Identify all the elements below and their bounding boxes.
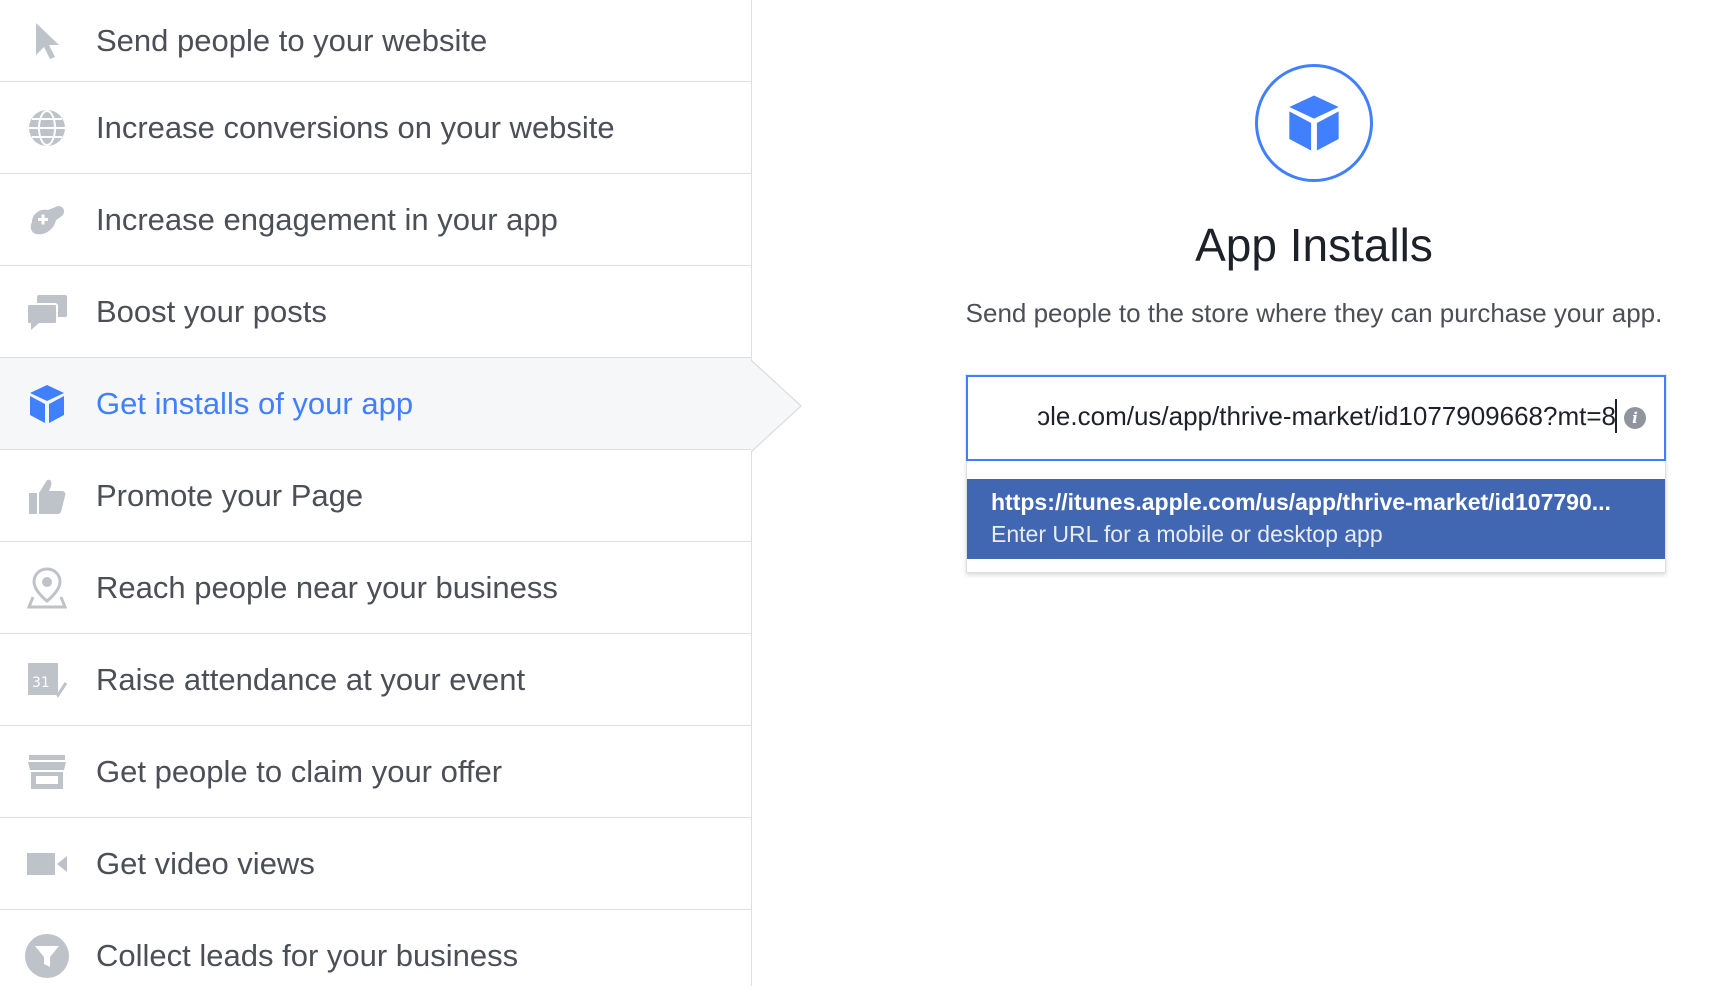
text-caret <box>1615 399 1617 433</box>
suggestion-hint: Enter URL for a mobile or desktop app <box>991 521 1383 547</box>
objective-detail-panel: App Installs Send people to the store wh… <box>753 0 1718 986</box>
objective-local-awareness[interactable]: Reach people near your business <box>0 542 751 634</box>
svg-text:31: 31 <box>32 675 50 691</box>
objective-label: Raise attendance at your event <box>96 661 526 697</box>
cursor-icon <box>24 18 70 64</box>
objective-boost-posts[interactable]: Boost your posts <box>0 266 751 358</box>
objective-description: Send people to the store where they can … <box>965 298 1663 328</box>
video-camera-icon <box>24 841 70 887</box>
calendar-icon: 31 <box>24 657 70 703</box>
objective-offer-claims[interactable]: Get people to claim your offer <box>0 726 751 818</box>
objective-traffic[interactable]: Send people to your website <box>0 0 751 82</box>
objective-conversions[interactable]: Increase conversions on your website <box>0 82 751 174</box>
url-suggestion-dropdown: https://itunes.apple.com/us/app/thrive-m… <box>966 461 1666 573</box>
objective-app-installs[interactable]: Get installs of your app <box>0 358 751 450</box>
app-url-field[interactable]: ɔle.com/us/app/thrive-market/id107790966… <box>966 375 1666 461</box>
storefront-icon <box>24 749 70 795</box>
objective-event-responses[interactable]: 31 Raise attendance at your event <box>0 634 751 726</box>
thumbs-up-icon <box>24 473 70 519</box>
objective-list: Send people to your website Increase con… <box>0 0 752 986</box>
objective-video-views[interactable]: Get video views <box>0 818 751 910</box>
info-icon[interactable]: i <box>1624 407 1646 429</box>
objective-title: App Installs <box>1195 219 1433 271</box>
objective-label: Send people to your website <box>96 22 488 58</box>
cube-icon <box>24 381 70 427</box>
gamepad-icon <box>24 197 70 243</box>
objective-app-engagement[interactable]: Increase engagement in your app <box>0 174 751 266</box>
objective-label: Promote your Page <box>96 477 364 513</box>
url-suggestion-item[interactable]: https://itunes.apple.com/us/app/thrive-m… <box>967 479 1665 559</box>
app-url-input[interactable]: ɔle.com/us/app/thrive-market/id107790966… <box>990 401 1616 432</box>
suggestion-url: https://itunes.apple.com/us/app/thrive-m… <box>991 489 1611 515</box>
objective-label: Get installs of your app <box>96 385 414 421</box>
objective-label: Boost your posts <box>96 293 327 329</box>
objective-label: Reach people near your business <box>96 569 558 605</box>
objective-label: Increase conversions on your website <box>96 109 615 145</box>
objective-label: Get people to claim your offer <box>96 753 503 789</box>
objective-label: Get video views <box>96 845 315 881</box>
objective-lead-generation[interactable]: Collect leads for your business <box>0 910 751 1002</box>
funnel-icon <box>24 933 70 979</box>
objective-label: Collect leads for your business <box>96 938 519 973</box>
objective-label: Increase engagement in your app <box>96 201 558 237</box>
speech-bubbles-icon <box>24 289 70 335</box>
cube-icon <box>1255 64 1373 182</box>
map-pin-icon <box>24 565 70 611</box>
objective-page-likes[interactable]: Promote your Page <box>0 450 751 542</box>
globe-icon <box>24 105 70 151</box>
